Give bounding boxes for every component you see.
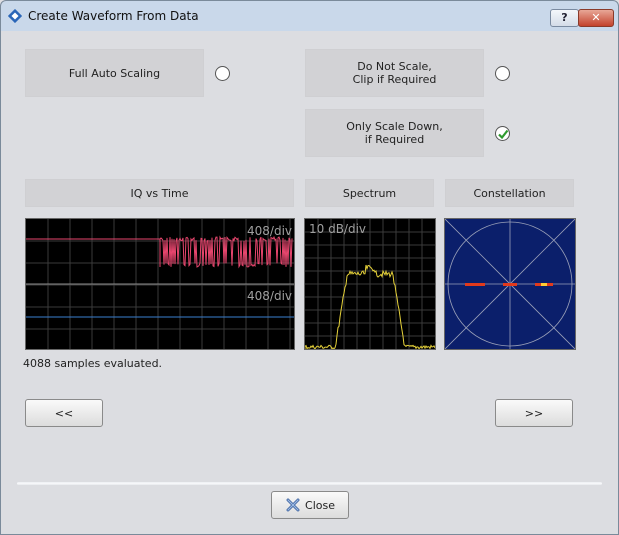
constellation-label: Constellation (473, 186, 546, 200)
only-scale-down-radio[interactable] (495, 126, 510, 141)
footer-divider (17, 482, 602, 485)
do-not-scale-label-line2: Clip if Required (352, 73, 437, 86)
tab-spectrum[interactable]: Spectrum (305, 179, 434, 207)
previous-button[interactable]: << (25, 399, 103, 427)
iq-vs-time-label: IQ vs Time (130, 186, 189, 200)
do-not-scale-label-line1: Do Not Scale, (357, 60, 432, 73)
only-scale-down-label-line1: Only Scale Down, (346, 120, 443, 133)
status-text: 4088 samples evaluated. (23, 357, 163, 370)
title-bar[interactable]: Create Waveform From Data ? ✕ (1, 1, 618, 31)
spectrum-label: Spectrum (342, 186, 397, 200)
dialog-client: Full Auto Scaling Do Not Scale, Clip if … (7, 31, 612, 529)
constellation-points (465, 283, 553, 286)
window-title: Create Waveform From Data (28, 9, 199, 23)
next-label: >> (524, 406, 544, 420)
do-not-scale-button[interactable]: Do Not Scale, Clip if Required (305, 49, 484, 97)
full-auto-scaling-label: Full Auto Scaling (68, 66, 161, 80)
spectrum-plot: 10 dB/div (304, 218, 436, 350)
iq-scale-bottom: 408/div (247, 289, 292, 303)
iq-scale-top: 408/div (247, 224, 292, 238)
tab-iq-vs-time[interactable]: IQ vs Time (25, 179, 294, 207)
tab-constellation[interactable]: Constellation (445, 179, 574, 207)
only-scale-down-button[interactable]: Only Scale Down, if Required (305, 109, 484, 157)
full-auto-scaling-radio[interactable] (215, 66, 230, 81)
next-button[interactable]: >> (495, 399, 573, 427)
previous-label: << (54, 406, 74, 420)
do-not-scale-radio[interactable] (495, 66, 510, 81)
window-close-button[interactable]: ✕ (578, 9, 614, 27)
close-label: Close (305, 498, 335, 512)
constellation-plot (444, 218, 576, 350)
iq-vs-time-plot: 408/div 408/div (25, 218, 295, 350)
close-x-icon (286, 498, 300, 512)
only-scale-down-label-line2: if Required (364, 133, 425, 146)
help-button[interactable]: ? (550, 9, 579, 27)
dialog-window: Create Waveform From Data ? ✕ Full Auto … (0, 0, 619, 535)
spectrum-scale: 10 dB/div (309, 222, 366, 236)
app-logo-icon (8, 9, 22, 23)
full-auto-scaling-button[interactable]: Full Auto Scaling (25, 49, 204, 97)
checkmark-icon (498, 129, 509, 140)
close-button[interactable]: Close (271, 491, 349, 519)
